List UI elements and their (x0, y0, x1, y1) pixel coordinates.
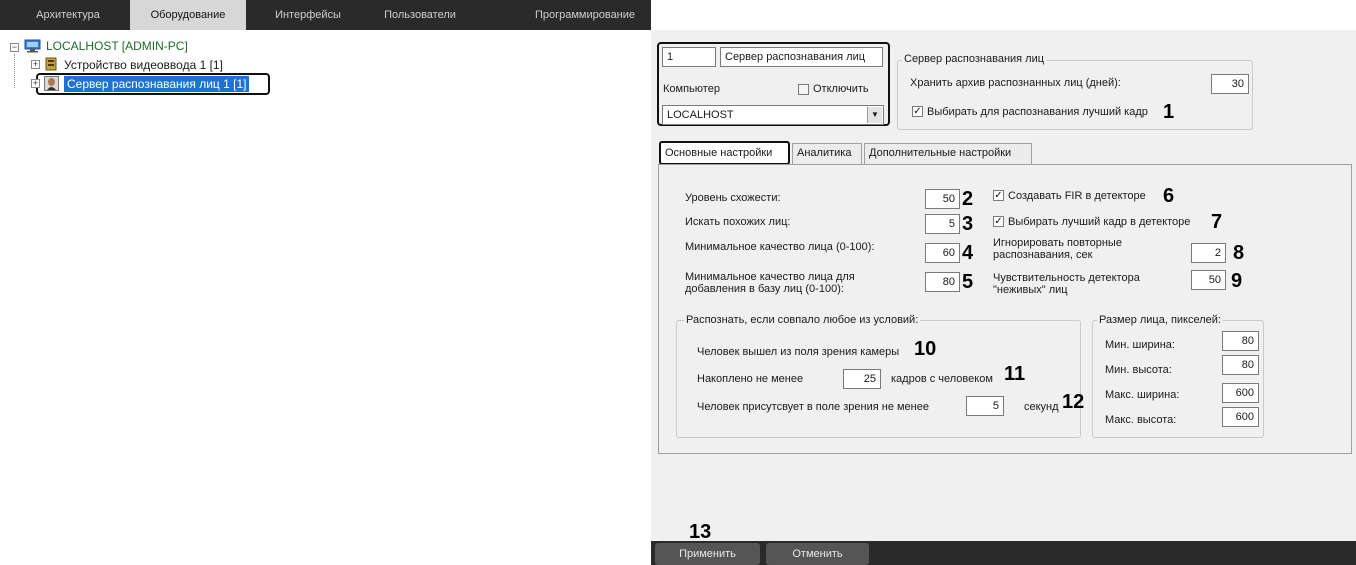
name-field[interactable]: Сервер распознавания лиц (720, 47, 883, 67)
computer-label: Компьютер (663, 83, 720, 95)
hardware-tree: − LOCALHOST [ADMIN-PC] + Устройство виде… (0, 30, 651, 565)
best-frame-checkbox[interactable]: ✓ (912, 106, 923, 117)
min-height-label: Мин. высота: (1105, 364, 1172, 376)
badge-7: 7 (1211, 211, 1223, 233)
search-similar-input[interactable]: 5 (925, 214, 960, 234)
liveness-label: Чувствительность детектора "неживых" лиц (993, 272, 1140, 296)
server-group-title: Сервер распознавания лиц (902, 53, 1047, 65)
tab-equipment[interactable]: Оборудование (130, 0, 246, 30)
badge-9: 9 (1231, 270, 1243, 292)
frames-prefix-label: Накоплено не менее (697, 373, 804, 385)
badge-8: 8 (1233, 242, 1245, 264)
badge-13: 13 (689, 521, 712, 543)
frames-input[interactable]: 25 (843, 369, 881, 389)
badge-4: 4 (962, 242, 974, 264)
tree-root-label[interactable]: LOCALHOST [ADMIN-PC] (46, 38, 188, 54)
apply-button[interactable]: Применить (655, 543, 760, 565)
tab-users[interactable]: Пользователи (365, 0, 475, 30)
max-width-input[interactable]: 600 (1222, 383, 1259, 403)
best-frame-detector-checkbox[interactable]: ✓ (993, 216, 1004, 227)
similarity-label: Уровень схожести: (685, 192, 781, 204)
tree-item-video-device[interactable]: Устройство видеоввода 1 [1] (64, 57, 223, 73)
badge-12: 12 (1062, 391, 1085, 413)
left-view-label: Человек вышел из поля зрения камеры (697, 346, 900, 358)
min-quality-db-input[interactable]: 80 (925, 272, 960, 292)
tab-architecture[interactable]: Архитектура (18, 0, 118, 30)
expand-icon[interactable]: + (31, 79, 40, 88)
min-quality-input[interactable]: 60 (925, 243, 960, 263)
collapse-icon[interactable]: − (10, 43, 19, 52)
archive-days-input[interactable]: 30 (1211, 74, 1249, 94)
min-height-input[interactable]: 80 (1222, 355, 1259, 375)
disable-checkbox[interactable]: ✓ (798, 84, 809, 95)
min-quality-db-label: Минимальное качество лица для добавления… (685, 271, 855, 295)
badge-5: 5 (962, 271, 974, 293)
max-width-label: Макс. ширина: (1105, 389, 1180, 401)
badge-1: 1 (1163, 101, 1175, 123)
create-fir-checkbox[interactable]: ✓ (993, 190, 1004, 201)
chevron-down-icon[interactable]: ▼ (867, 107, 882, 123)
video-device-icon (44, 57, 58, 71)
liveness-input[interactable]: 50 (1191, 270, 1226, 290)
badge-6: 6 (1163, 185, 1175, 207)
min-width-label: Мин. ширина: (1105, 339, 1175, 351)
badge-2: 2 (962, 188, 974, 210)
max-height-label: Макс. высота: (1105, 414, 1177, 426)
max-height-input[interactable]: 600 (1222, 407, 1259, 427)
tab-analytics[interactable]: Аналитика (792, 143, 862, 164)
similarity-input[interactable]: 50 (925, 189, 960, 209)
cancel-button[interactable]: Отменить (766, 543, 869, 565)
tree-item-face-server[interactable]: Сервер распознавания лиц 1 [1] (64, 76, 250, 92)
tab-programming[interactable]: Программирование (520, 0, 650, 30)
present-prefix-label: Человек присутсвует в поле зрения не мен… (697, 401, 929, 413)
top-menu-bar: Архитектура Оборудование Интерфейсы Поль… (0, 0, 651, 30)
disable-label: Отключить (813, 83, 869, 95)
ignore-repeat-input[interactable]: 2 (1191, 243, 1226, 263)
id-field[interactable]: 1 (662, 47, 716, 67)
best-frame-label: Выбирать для распознавания лучший кадр (927, 106, 1148, 118)
badge-10: 10 (914, 338, 937, 360)
badge-3: 3 (962, 213, 974, 235)
computer-select[interactable]: LOCALHOST (662, 105, 884, 125)
tab-interfaces[interactable]: Интерфейсы (258, 0, 358, 30)
server-group (897, 60, 1253, 130)
tab-basic-settings[interactable]: Основные настройки (659, 141, 790, 165)
computer-icon (24, 39, 41, 53)
present-suffix-label: секунд (1024, 401, 1059, 413)
tab-additional-settings[interactable]: Дополнительные настройки (864, 143, 1032, 164)
tree-connector (14, 54, 15, 88)
expand-icon[interactable]: + (31, 60, 40, 69)
search-similar-label: Искать похожих лиц: (685, 216, 791, 228)
face-size-group-title: Размер лица, пикселей: (1097, 314, 1223, 326)
ignore-repeat-label: Игнорировать повторные распознавания, се… (993, 237, 1122, 261)
min-width-input[interactable]: 80 (1222, 331, 1259, 351)
badge-11: 11 (1004, 363, 1026, 385)
best-frame-detector-label: Выбирать лучший кадр в детекторе (1008, 216, 1191, 228)
frames-suffix-label: кадров с человеком (891, 373, 993, 385)
create-fir-label: Создавать FIR в детекторе (1008, 190, 1146, 202)
min-quality-label: Минимальное качество лица (0-100): (685, 241, 875, 253)
archive-days-label: Хранить архив распознанных лиц (дней): (910, 77, 1121, 89)
face-server-icon (44, 76, 59, 91)
conditions-group-title: Распознать, если совпало любое из услови… (684, 314, 921, 326)
present-input[interactable]: 5 (966, 396, 1004, 416)
